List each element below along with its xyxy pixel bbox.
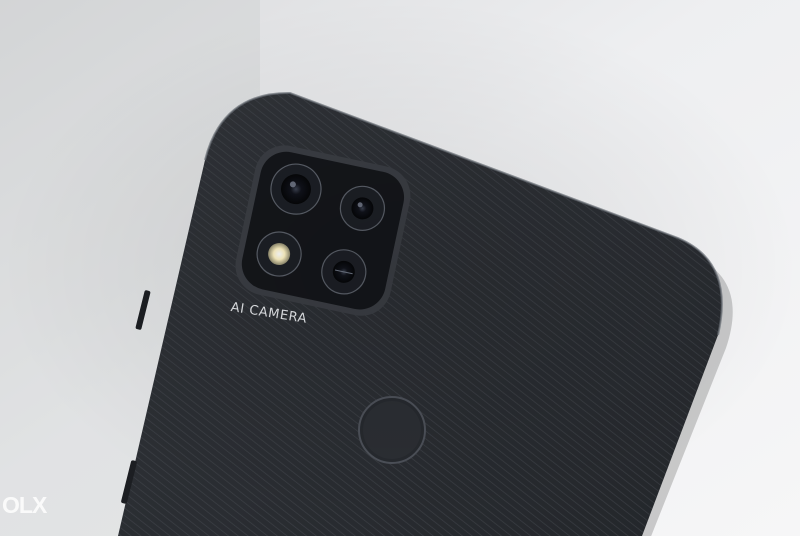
photo-vignette (0, 0, 800, 536)
photo-scene (0, 0, 800, 536)
olx-watermark: OLX (2, 492, 47, 518)
